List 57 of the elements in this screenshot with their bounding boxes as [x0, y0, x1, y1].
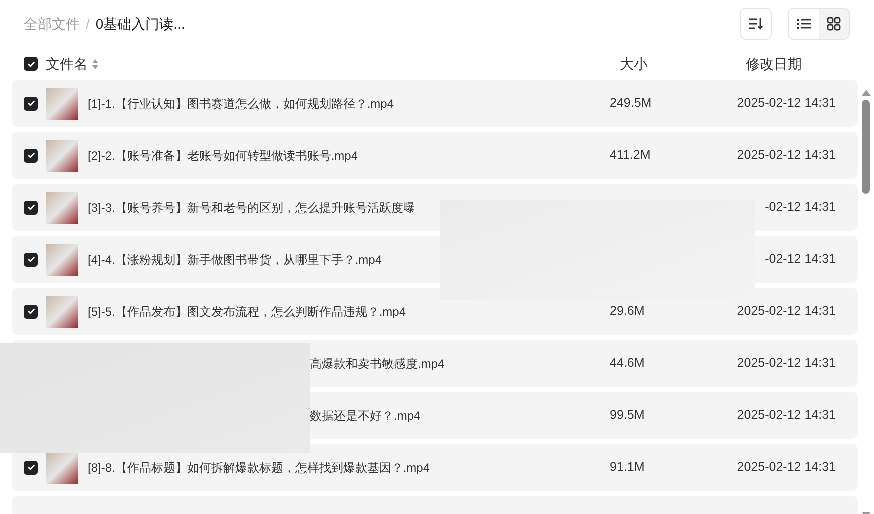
checkbox[interactable]: [24, 460, 38, 474]
grid-icon: [827, 17, 841, 31]
breadcrumb-separator: /: [86, 14, 90, 34]
column-header[interactable]: 大小: [620, 54, 746, 74]
file-name[interactable]: [8]-8.【作品标题】如何拆解爆款标题，怎样找到爆款基因？.mp4: [88, 458, 610, 476]
file-size: 44.6M: [610, 356, 645, 370]
file-row[interactable]: [1]-1.【行业认知】图书赛道怎么做，如何规划路径？.mp4 249.5M 2025-02-12 14:31: [12, 80, 858, 127]
file-size: 249.5M: [610, 96, 652, 110]
file-name[interactable]: [2]-2.【账号准备】老账号如何转型做读书账号.mp4: [88, 146, 610, 164]
check-icon: [26, 60, 36, 68]
check-icon: [26, 255, 36, 264]
check-icon: [26, 463, 36, 472]
file-name[interactable]: [5]-5.【作品发布】图文发布流程，怎么判断作品违规？.mp4: [88, 302, 610, 320]
checkbox[interactable]: [24, 252, 38, 266]
check-icon: [26, 203, 36, 212]
check-icon: [26, 151, 36, 160]
modified-date: 2025-02-12 14:31: [737, 459, 836, 476]
file-name[interactable]: 高爆款和卖书敏感度.mp4: [310, 354, 610, 372]
check-icon: [26, 307, 36, 316]
modified-date: -02-12 14:31: [765, 251, 836, 268]
file-size: 411.2M: [610, 148, 651, 162]
column-header[interactable]: 修改日期: [746, 54, 802, 74]
view-button[interactable]: [819, 9, 849, 39]
check-icon: [26, 99, 36, 108]
file-row[interactable]: [5]-5.【作品发布】图文发布流程，怎么判断作品违规？.mp4 29.6M 2025-02-12 14:31: [12, 288, 858, 335]
sort-button[interactable]: [740, 8, 772, 40]
file-name[interactable]: 数据还是不好？.mp4: [310, 406, 610, 424]
checkbox[interactable]: [24, 148, 38, 162]
file-size: 29.6M: [610, 304, 645, 318]
video-thumbnail: [46, 244, 78, 276]
modified-date: -02-12 14:31: [765, 199, 836, 216]
video-thumbnail: [46, 192, 78, 224]
file-row[interactable]: [2]-2.【账号准备】老账号如何转型做读书账号.mp4 411.2M 2025-02-12 14:31: [12, 132, 858, 179]
sort-caret-icon: [92, 58, 99, 70]
list-icon: [797, 18, 811, 30]
file-name[interactable]: [1]-1.【行业认知】图书赛道怎么做，如何规划路径？.mp4: [88, 94, 610, 112]
checkbox[interactable]: [24, 57, 38, 71]
breadcrumb-item[interactable]: 0基础入门读...: [96, 14, 186, 34]
modified-date: 2025-02-12 14:31: [737, 355, 836, 372]
file-size: 91.1M: [610, 460, 645, 474]
video-thumbnail: [46, 88, 78, 120]
scroll-up-icon[interactable]: [862, 90, 870, 96]
modified-date: 2025-02-12 14:31: [737, 303, 836, 320]
file-row[interactable]: [8]-8.【作品标题】如何拆解爆款标题，怎样找到爆款基因？.mp4 91.1M 2025-02-12 14:31: [12, 444, 858, 491]
scrollbar-thumb[interactable]: [862, 100, 870, 194]
modified-date: 2025-02-12 14:31: [737, 407, 836, 424]
column-header[interactable]: 文件名: [46, 54, 88, 74]
video-thumbnail: [46, 296, 78, 328]
checkbox[interactable]: [24, 96, 38, 110]
video-thumbnail: [46, 452, 78, 484]
checkbox[interactable]: [24, 200, 38, 214]
modified-date: 2025-02-12 14:31: [737, 147, 836, 164]
video-thumbnail: [46, 140, 78, 172]
modified-date: 2025-02-12 14:31: [737, 95, 836, 112]
checkbox[interactable]: [24, 304, 38, 318]
sort-icon: [749, 18, 763, 30]
file-size: 99.5M: [610, 408, 645, 422]
